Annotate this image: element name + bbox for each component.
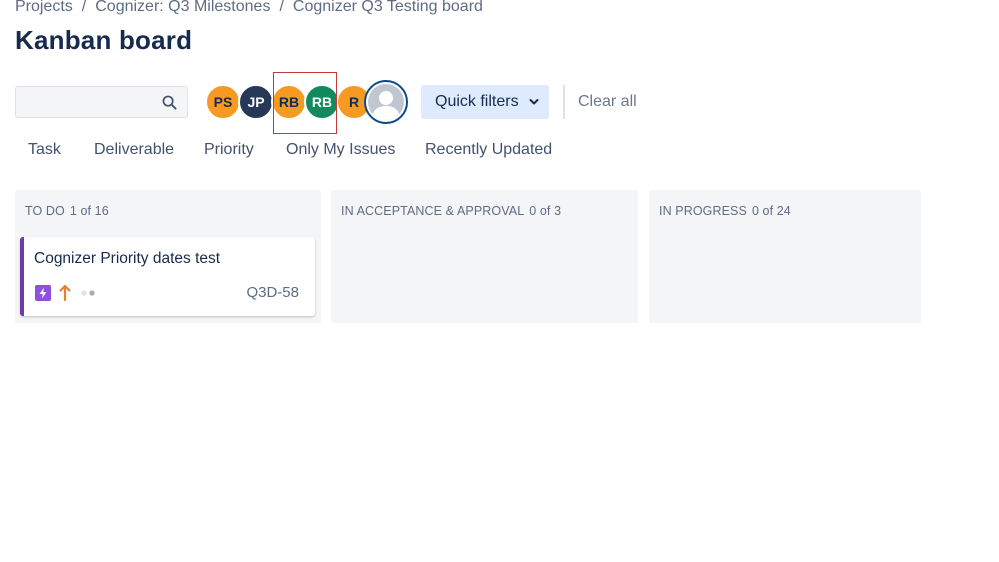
avatar[interactable]: PS	[205, 84, 241, 120]
chevron-down-icon	[529, 99, 539, 105]
clear-all-button[interactable]: Clear all	[578, 93, 637, 111]
dots-icon	[81, 290, 95, 296]
issue-key[interactable]: Q3D-58	[246, 284, 299, 301]
user-silhouette-icon	[372, 91, 400, 120]
filter-recently-updated[interactable]: Recently Updated	[425, 141, 552, 159]
breadcrumb-board[interactable]: Cognizer Q3 Testing board	[293, 0, 483, 15]
search-input[interactable]	[16, 87, 156, 117]
filter-priority[interactable]: Priority	[204, 141, 254, 159]
toolbar-divider	[563, 85, 565, 119]
column-header: IN PROGRESS 0 of 24	[659, 204, 791, 218]
breadcrumb-project[interactable]: Cognizer: Q3 Milestones	[95, 0, 270, 15]
column-in-progress: IN PROGRESS 0 of 24	[649, 190, 921, 323]
page-title: Kanban board	[15, 25, 193, 55]
avatar-initials: RB	[311, 94, 333, 110]
avatar-initials: JP	[247, 94, 265, 110]
column-count: 1 of 16	[69, 204, 109, 218]
filter-task[interactable]: Task	[28, 141, 61, 159]
avatar-initials: RB	[278, 94, 300, 110]
avatar[interactable]: RB	[304, 84, 340, 120]
breadcrumb-separator: /	[81, 0, 87, 15]
avatar[interactable]: JP	[238, 84, 274, 120]
column-count: 0 of 24	[751, 204, 791, 218]
avatar[interactable]	[364, 80, 408, 124]
column-name: IN ACCEPTANCE & APPROVAL	[341, 204, 525, 218]
quick-filters-button[interactable]: Quick filters	[421, 85, 549, 119]
filter-only-my-issues[interactable]: Only My Issues	[286, 141, 395, 159]
breadcrumb-separator: /	[279, 0, 284, 15]
avatar-initials: PS	[213, 94, 233, 110]
lightning-icon	[35, 285, 51, 301]
column-name: IN PROGRESS	[659, 204, 747, 218]
arrow-up-icon	[59, 284, 71, 302]
column-header: IN ACCEPTANCE & APPROVAL 0 of 3	[341, 204, 561, 218]
avatar-initials: R	[348, 94, 360, 110]
search-icon[interactable]	[162, 95, 177, 110]
quick-filters-label: Quick filters	[435, 93, 519, 110]
column-header: TO DO 1 of 16	[25, 204, 109, 218]
breadcrumb: Projects / Cognizer: Q3 Milestones / Cognize…	[15, 0, 483, 16]
column-name: TO DO	[25, 204, 65, 218]
card-title: Cognizer Priority dates test	[34, 250, 221, 267]
avatar[interactable]: RB	[271, 84, 307, 120]
column-count: 0 of 3	[529, 204, 562, 218]
column-in-acceptance-approval: IN ACCEPTANCE & APPROVAL 0 of 3	[331, 190, 638, 323]
search-field[interactable]	[15, 86, 188, 118]
filter-deliverable[interactable]: Deliverable	[94, 141, 174, 159]
default-user-avatar-icon	[368, 84, 404, 120]
breadcrumb-projects[interactable]: Projects	[15, 0, 73, 15]
issue-card[interactable]: Cognizer Priority dates test Q3D-58	[20, 237, 315, 316]
